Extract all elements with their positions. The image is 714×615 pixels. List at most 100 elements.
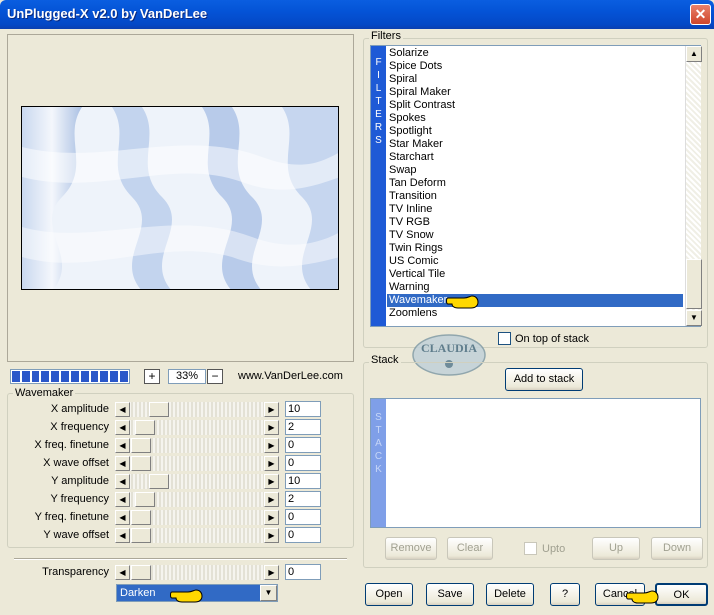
transparency-value[interactable]: 0: [285, 564, 321, 580]
param-slider[interactable]: ◀ ▶: [115, 474, 279, 489]
slider-left-arrow-icon[interactable]: ◀: [115, 528, 130, 543]
param-slider[interactable]: ◀ ▶: [115, 420, 279, 435]
preview-image[interactable]: [21, 106, 339, 290]
transparency-slider[interactable]: ◀ ▶: [115, 565, 279, 580]
slider-thumb[interactable]: [131, 510, 151, 525]
param-row: X amplitude ◀ ▶ 10: [7, 401, 337, 418]
filter-item[interactable]: Twin Rings: [387, 242, 683, 255]
clear-button[interactable]: Clear: [447, 537, 493, 560]
slider-thumb[interactable]: [131, 438, 151, 453]
slider-thumb[interactable]: [131, 528, 151, 543]
param-label: X frequency: [50, 421, 109, 433]
up-button[interactable]: Up: [592, 537, 640, 560]
open-button[interactable]: Open: [365, 583, 413, 606]
help-button[interactable]: ?: [550, 583, 580, 606]
filter-item[interactable]: TV Snow: [387, 229, 683, 242]
ok-button[interactable]: OK: [655, 583, 708, 606]
slider-left-arrow-icon[interactable]: ◀: [115, 456, 130, 471]
filter-item[interactable]: Swap: [387, 164, 683, 177]
close-icon[interactable]: ✕: [690, 4, 711, 25]
on-top-checkbox[interactable]: [498, 332, 511, 345]
param-value[interactable]: 10: [285, 473, 321, 489]
filter-item[interactable]: Spotlight: [387, 125, 683, 138]
slider-thumb[interactable]: [148, 402, 169, 417]
progress-segment: [120, 371, 128, 382]
filter-item[interactable]: Split Contrast: [387, 99, 683, 112]
param-value[interactable]: 0: [285, 437, 321, 453]
strip-letter: T: [375, 96, 382, 107]
slider-left-arrow-icon[interactable]: ◀: [115, 510, 130, 525]
slider-left-arrow-icon[interactable]: ◀: [115, 402, 130, 417]
save-button[interactable]: Save: [426, 583, 474, 606]
down-button[interactable]: Down: [651, 537, 703, 560]
progress-segment: [12, 371, 20, 382]
param-value[interactable]: 10: [285, 401, 321, 417]
zoom-level: 33%: [168, 369, 206, 384]
filters-list[interactable]: FILTERS Solarize Spice Dots Spiral Spiral M…: [370, 45, 702, 327]
slider-left-arrow-icon[interactable]: ◀: [115, 438, 130, 453]
slider-right-arrow-icon[interactable]: ▶: [264, 492, 279, 507]
slider-thumb[interactable]: [135, 492, 156, 507]
filter-item[interactable]: US Comic: [387, 255, 683, 268]
param-slider[interactable]: ◀ ▶: [115, 438, 279, 453]
title-bar[interactable]: UnPlugged-X v2.0 by VanDerLee ✕: [0, 0, 714, 29]
filter-item[interactable]: TV Inline: [387, 203, 683, 216]
slider-thumb[interactable]: [135, 420, 156, 435]
param-slider[interactable]: ◀ ▶: [115, 528, 279, 543]
slider-right-arrow-icon[interactable]: ▶: [264, 528, 279, 543]
filter-item[interactable]: Vertical Tile: [387, 268, 683, 281]
slider-right-arrow-icon[interactable]: ▶: [264, 420, 279, 435]
slider-left-arrow-icon[interactable]: ◀: [115, 474, 130, 489]
chevron-down-icon[interactable]: ▼: [260, 585, 277, 601]
param-slider[interactable]: ◀ ▶: [115, 402, 279, 417]
upto-checkbox[interactable]: [524, 542, 537, 555]
delete-button[interactable]: Delete: [486, 583, 534, 606]
filter-item[interactable]: TV RGB: [387, 216, 683, 229]
scroll-up-icon[interactable]: ▲: [686, 46, 702, 62]
filters-scrollbar[interactable]: ▲ ▼: [685, 46, 702, 326]
stack-list[interactable]: STACK: [370, 398, 701, 528]
slider-right-arrow-icon[interactable]: ▶: [264, 565, 279, 580]
slider-left-arrow-icon[interactable]: ◀: [115, 492, 130, 507]
filter-item[interactable]: Spokes: [387, 112, 683, 125]
param-value[interactable]: 2: [285, 419, 321, 435]
website-link[interactable]: www.VanDerLee.com: [238, 370, 343, 382]
filter-item[interactable]: Starchart: [387, 151, 683, 164]
filter-item[interactable]: Spiral: [387, 73, 683, 86]
zoom-in-button[interactable]: +: [144, 369, 160, 384]
param-slider[interactable]: ◀ ▶: [115, 510, 279, 525]
filter-item[interactable]: Zoomlens: [387, 307, 683, 320]
pointing-hand-icon: [626, 590, 659, 604]
scroll-down-icon[interactable]: ▼: [686, 310, 702, 326]
slider-thumb[interactable]: [131, 456, 151, 471]
slider-left-arrow-icon[interactable]: ◀: [115, 420, 130, 435]
filter-item[interactable]: Star Maker: [387, 138, 683, 151]
param-row: X frequency ◀ ▶ 2: [7, 419, 337, 436]
param-value[interactable]: 0: [285, 455, 321, 471]
filter-item[interactable]: Spice Dots: [387, 60, 683, 73]
filter-item[interactable]: Solarize: [387, 47, 683, 60]
slider-right-arrow-icon[interactable]: ▶: [264, 438, 279, 453]
param-value[interactable]: 0: [285, 527, 321, 543]
slider-thumb[interactable]: [131, 565, 151, 580]
param-value[interactable]: 2: [285, 491, 321, 507]
slider-left-arrow-icon[interactable]: ◀: [115, 565, 130, 580]
pointing-hand-icon: [170, 589, 203, 603]
filter-item[interactable]: Spiral Maker: [387, 86, 683, 99]
slider-right-arrow-icon[interactable]: ▶: [264, 474, 279, 489]
zoom-out-button[interactable]: −: [207, 369, 223, 384]
slider-right-arrow-icon[interactable]: ▶: [264, 510, 279, 525]
slider-right-arrow-icon[interactable]: ▶: [264, 402, 279, 417]
param-slider[interactable]: ◀ ▶: [115, 492, 279, 507]
scroll-thumb[interactable]: [686, 259, 702, 309]
filter-item[interactable]: Wavemaker: [387, 294, 683, 307]
param-value[interactable]: 0: [285, 509, 321, 525]
slider-thumb[interactable]: [148, 474, 169, 489]
slider-right-arrow-icon[interactable]: ▶: [264, 456, 279, 471]
add-to-stack-button[interactable]: Add to stack: [505, 368, 583, 391]
filter-item[interactable]: Transition: [387, 190, 683, 203]
param-slider[interactable]: ◀ ▶: [115, 456, 279, 471]
filter-item[interactable]: Tan Deform: [387, 177, 683, 190]
remove-button[interactable]: Remove: [385, 537, 437, 560]
filter-item[interactable]: Warning: [387, 281, 683, 294]
